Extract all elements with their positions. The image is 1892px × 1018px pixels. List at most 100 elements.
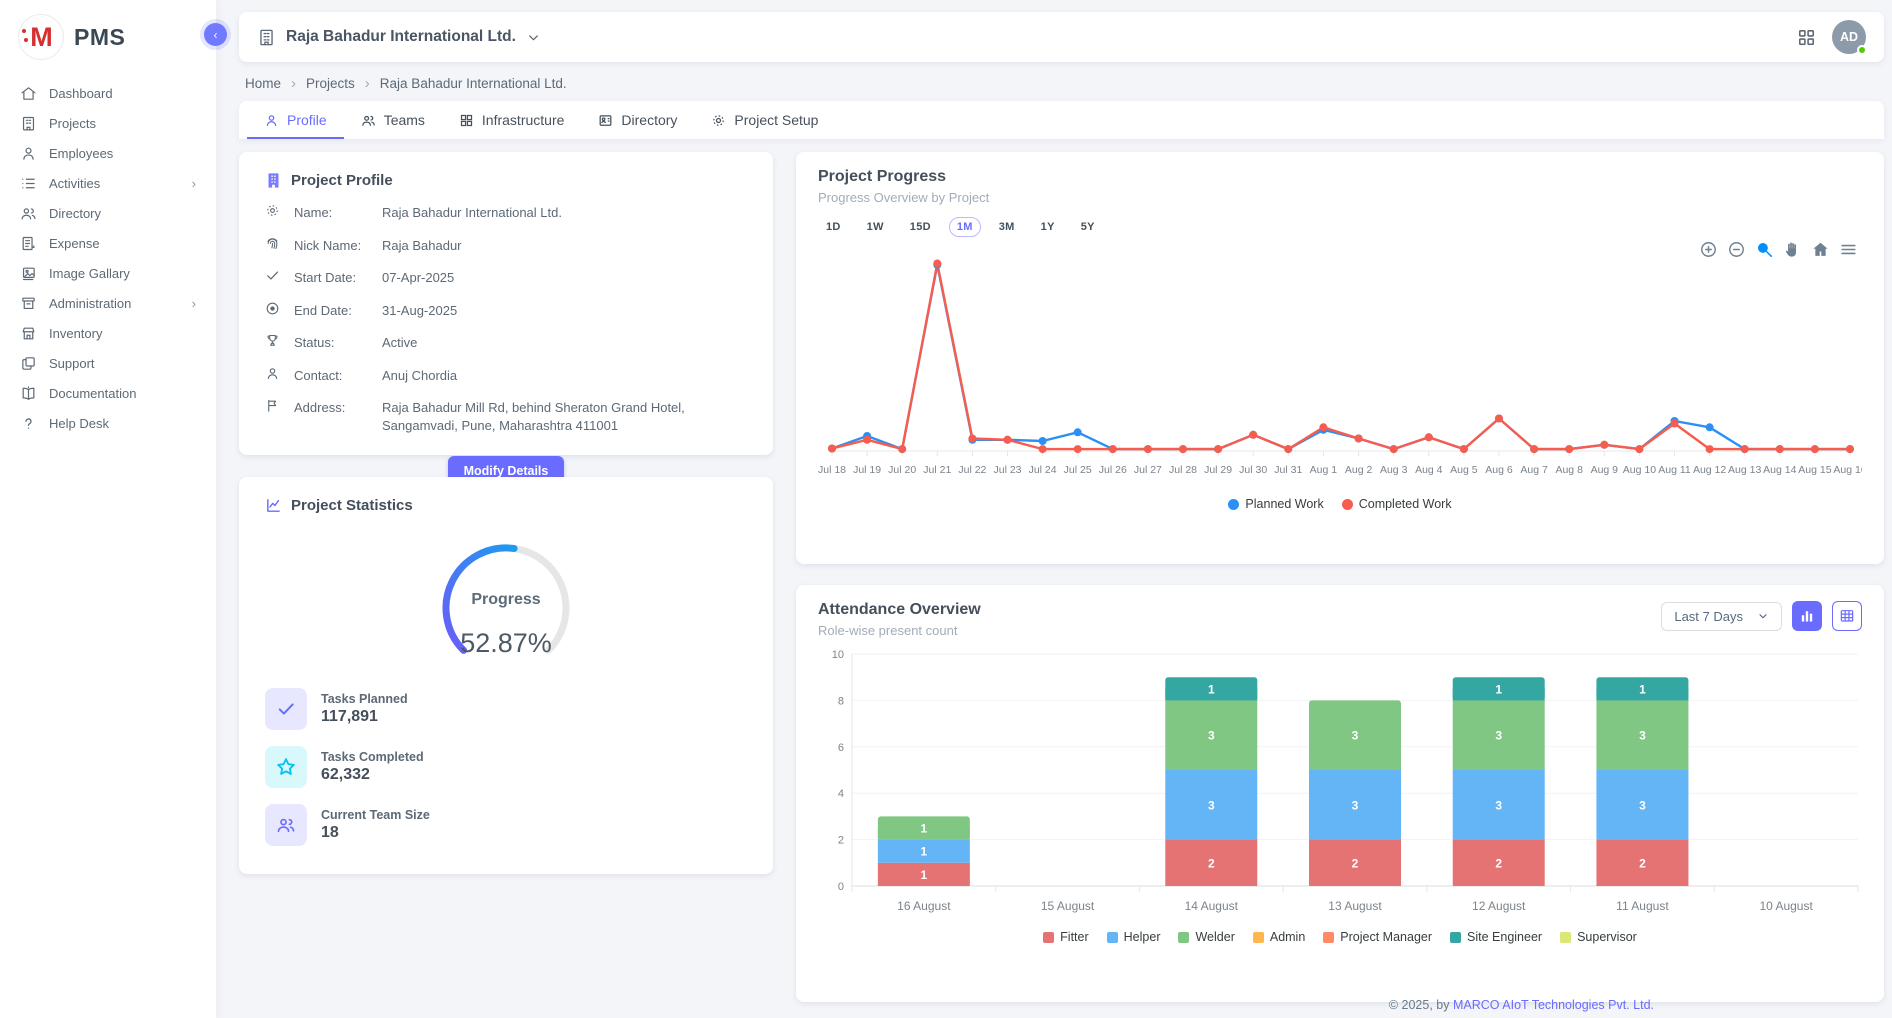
chart-view-button[interactable]	[1792, 601, 1822, 631]
progress-chart-subtitle: Progress Overview by Project	[818, 190, 1862, 205]
check-icon	[276, 699, 296, 719]
legend-item[interactable]: Planned Work	[1228, 497, 1323, 511]
sidebar-item-directory[interactable]: Directory	[0, 198, 216, 228]
progress-chart-title: Project Progress	[818, 168, 1862, 186]
tab-project-setup[interactable]: Project Setup	[694, 101, 835, 139]
legend-item[interactable]: Admin	[1253, 930, 1305, 944]
svg-text:Aug 1: Aug 1	[1310, 464, 1338, 476]
range-1m[interactable]: 1M	[949, 217, 981, 237]
company-selector[interactable]: Raja Bahadur International Ltd.	[257, 28, 541, 47]
tab-infrastructure[interactable]: Infrastructure	[442, 101, 581, 139]
stat-tasks-completed: Tasks Completed 62,332	[265, 746, 747, 788]
bar-chart-icon	[1799, 608, 1815, 624]
range-1d[interactable]: 1D	[818, 217, 849, 237]
svg-text:1: 1	[1495, 682, 1502, 696]
sidebar-item-expense[interactable]: Expense	[0, 228, 216, 258]
field-contact: Contact: Anuj Chordia	[265, 367, 747, 385]
svg-text:Jul 24: Jul 24	[1029, 464, 1057, 476]
legend-item[interactable]: Helper	[1107, 930, 1161, 944]
apps-grid-icon[interactable]	[1797, 28, 1816, 47]
table-view-button[interactable]	[1832, 601, 1862, 631]
svg-text:2: 2	[1639, 856, 1646, 870]
reset-home-icon[interactable]	[1811, 240, 1830, 259]
footer-company-link[interactable]: MARCO AIoT Technologies Pvt. Ltd.	[1453, 998, 1654, 1012]
progress-chart-legend[interactable]: Planned Work Completed Work	[818, 497, 1862, 511]
svg-text:Jul 28: Jul 28	[1169, 464, 1197, 476]
main-area: Raja Bahadur International Ltd. AD Home …	[216, 0, 1892, 1018]
legend-item[interactable]: Project Manager	[1323, 930, 1432, 944]
svg-text:Jul 26: Jul 26	[1099, 464, 1127, 476]
user-avatar[interactable]: AD	[1832, 20, 1866, 54]
target-icon	[265, 301, 280, 316]
svg-text:Aug 4: Aug 4	[1415, 464, 1443, 476]
svg-text:Jul 18: Jul 18	[818, 464, 846, 476]
tab-directory[interactable]: Directory	[581, 101, 694, 139]
attendance-chart-legend[interactable]: Fitter Helper Welder Admin Project Manager Si…	[818, 930, 1862, 944]
sidebar-item-activities[interactable]: Activities ›	[0, 168, 216, 198]
progress-line-chart[interactable]: Jul 18Jul 19Jul 20Jul 21Jul 22Jul 23Jul …	[818, 237, 1862, 495]
sidebar-item-employees[interactable]: Employees	[0, 138, 216, 168]
breadcrumb-home[interactable]: Home	[245, 76, 281, 91]
breadcrumb-projects[interactable]: Projects	[306, 76, 355, 91]
range-1y[interactable]: 1Y	[1033, 217, 1063, 237]
svg-text:Jul 19: Jul 19	[853, 464, 881, 476]
sidebar-item-projects[interactable]: Projects	[0, 108, 216, 138]
contact-card-icon	[598, 113, 613, 128]
tab-profile[interactable]: Profile	[247, 101, 344, 139]
selection-zoom-icon[interactable]	[1755, 240, 1774, 259]
chevron-right-icon: ›	[192, 296, 196, 311]
svg-text:Aug 9: Aug 9	[1591, 464, 1619, 476]
menu-icon[interactable]	[1839, 240, 1858, 259]
card-title-text: Project Profile	[291, 172, 393, 189]
footer: © 2025, by MARCO AIoT Technologies Pvt. …	[1389, 994, 1654, 1016]
field-address: Address: Raja Bahadur Mill Rd, behind Sh…	[265, 399, 747, 434]
field-nickname: Nick Name: Raja Bahadur	[265, 237, 747, 255]
brand[interactable]: M PMS	[0, 0, 216, 70]
sidebar-item-inventory[interactable]: Inventory	[0, 318, 216, 348]
card-title-text: Project Statistics	[291, 497, 413, 514]
svg-text:3: 3	[1208, 729, 1215, 743]
sidebar-item-administration[interactable]: Administration ›	[0, 288, 216, 318]
svg-text:Aug 16: Aug 16	[1833, 464, 1862, 476]
tab-teams[interactable]: Teams	[344, 101, 442, 139]
range-5y[interactable]: 5Y	[1073, 217, 1103, 237]
svg-text:3: 3	[1639, 729, 1646, 743]
sidebar-item-help-desk[interactable]: Help Desk	[0, 408, 216, 438]
sidebar-item-support[interactable]: Support	[0, 348, 216, 378]
sidebar-collapse-button[interactable]: ‹	[204, 23, 227, 46]
zoom-out-icon[interactable]	[1727, 240, 1746, 259]
image-icon	[20, 265, 37, 282]
legend-item[interactable]: Completed Work	[1342, 497, 1452, 511]
pan-icon[interactable]	[1783, 240, 1802, 259]
svg-text:1: 1	[921, 822, 928, 836]
home-icon	[20, 85, 37, 102]
range-15d[interactable]: 15D	[902, 217, 939, 237]
legend-item[interactable]: Welder	[1178, 930, 1234, 944]
svg-text:12 August: 12 August	[1472, 899, 1526, 913]
attendance-overview-card: Attendance Overview Role-wise present co…	[796, 585, 1884, 1002]
range-1w[interactable]: 1W	[859, 217, 892, 237]
zoom-in-icon[interactable]	[1699, 240, 1718, 259]
question-icon	[20, 415, 37, 432]
progress-gauge: Progress52.87%	[265, 522, 747, 672]
sidebar-item-documentation[interactable]: Documentation	[0, 378, 216, 408]
field-end-date: End Date: 31-Aug-2025	[265, 302, 747, 320]
svg-text:3: 3	[1495, 729, 1502, 743]
date-range-dropdown[interactable]: Last 7 Days	[1661, 602, 1782, 631]
sidebar-item-image-gallery[interactable]: Image Gallary	[0, 258, 216, 288]
legend-item[interactable]: Supervisor	[1560, 930, 1637, 944]
chevron-down-icon	[1757, 610, 1769, 622]
sidebar-item-dashboard[interactable]: Dashboard	[0, 78, 216, 108]
svg-text:3: 3	[1495, 798, 1502, 812]
sidebar: M PMS Dashboard Projects Employees Activ…	[0, 0, 216, 1018]
people-icon	[276, 815, 296, 835]
range-3m[interactable]: 3M	[991, 217, 1023, 237]
chevron-right-icon: ›	[192, 176, 196, 191]
legend-item[interactable]: Site Engineer	[1450, 930, 1542, 944]
person-icon	[265, 366, 280, 381]
legend-item[interactable]: Fitter	[1043, 930, 1088, 944]
svg-text:Aug 6: Aug 6	[1485, 464, 1513, 476]
attendance-bar-chart[interactable]: 024681011116 August15 August233114 Augus…	[818, 638, 1862, 928]
person-icon	[20, 145, 37, 162]
brand-name: PMS	[74, 24, 125, 51]
